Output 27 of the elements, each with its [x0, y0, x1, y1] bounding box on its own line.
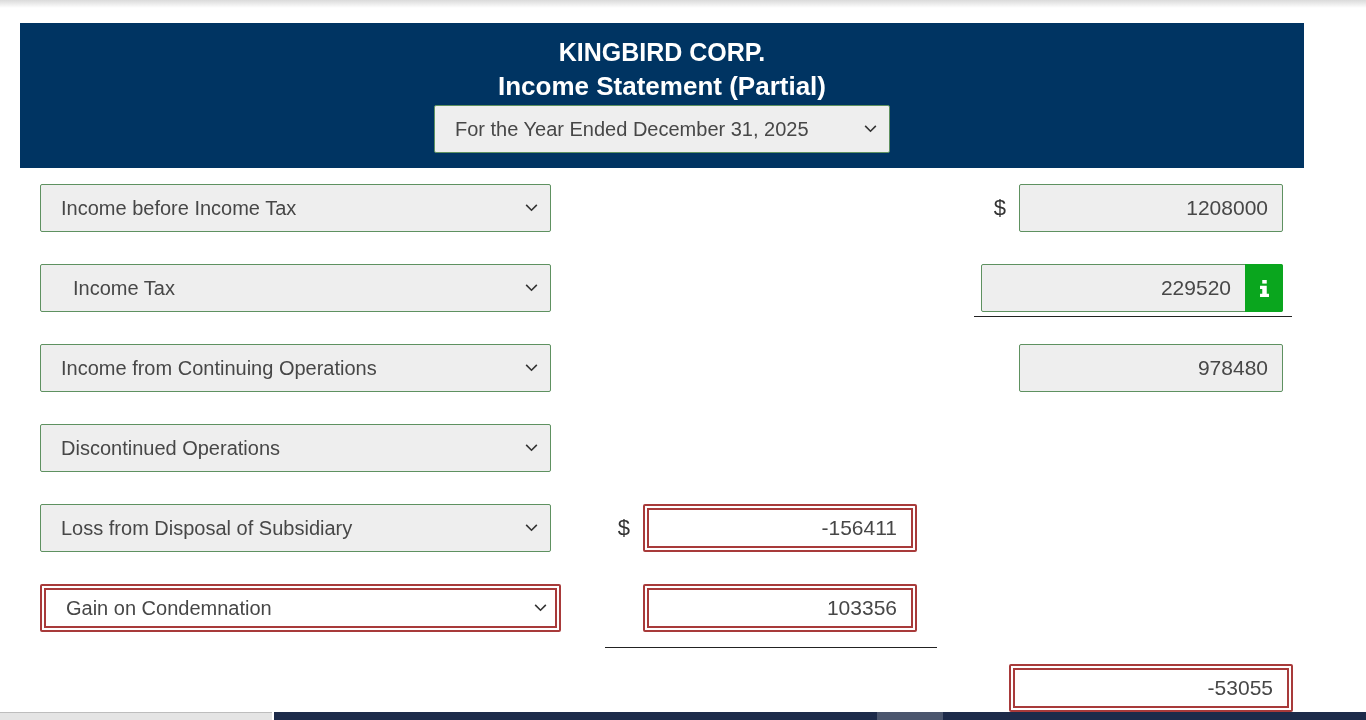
line-item-dropdown[interactable]: Income before Income Tax	[40, 184, 551, 232]
currency-symbol: $	[993, 195, 1006, 221]
chevron-icon	[525, 364, 538, 372]
company-name: KINGBIRD CORP.	[558, 37, 766, 68]
chevron-icon	[525, 444, 538, 452]
chevron-icon	[525, 284, 538, 292]
chevron-icon	[864, 125, 877, 133]
period-dropdown[interactable]: For the Year Ended December 31, 2025	[434, 105, 890, 153]
line-item-dropdown[interactable]: Income Tax	[40, 264, 551, 312]
statement-title: Income Statement (Partial)	[498, 70, 826, 103]
line-item-dropdown[interactable]: Gain on Condemnation	[40, 584, 561, 632]
info-icon	[1258, 279, 1270, 297]
amount-field[interactable]: 229520	[981, 264, 1283, 312]
amount-field[interactable]: 978480	[1019, 344, 1283, 392]
chevron-icon	[534, 604, 547, 612]
currency-symbol: $	[617, 515, 630, 541]
amount-field[interactable]: 103356	[643, 584, 917, 632]
bar-highlight	[877, 712, 943, 720]
chevron-icon	[525, 204, 538, 212]
line-item-dropdown[interactable]: Loss from Disposal of Subsidiary	[40, 504, 551, 552]
amount-field[interactable]: -53055	[1009, 664, 1293, 712]
amount-field[interactable]: -156411	[643, 504, 917, 552]
line-item-dropdown[interactable]: Income from Continuing Operations	[40, 344, 551, 392]
amount-field[interactable]: 1208000	[1019, 184, 1283, 232]
info-button[interactable]	[1245, 264, 1283, 312]
chevron-icon	[525, 524, 538, 532]
line-item-dropdown[interactable]: Discontinued Operations	[40, 424, 551, 472]
